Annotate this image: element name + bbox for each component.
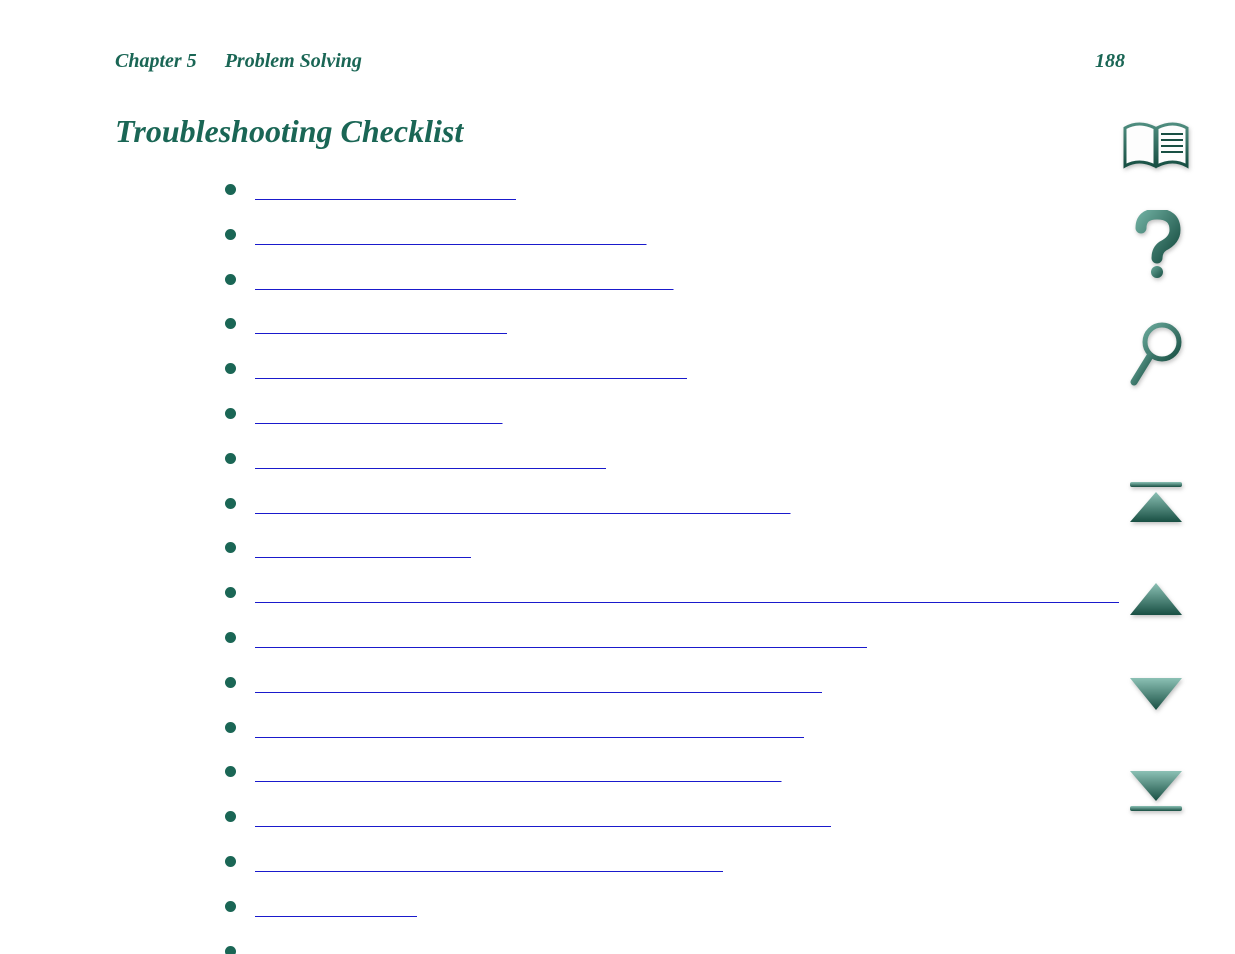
checklist-item [225,618,980,663]
book-icon [1121,120,1191,170]
checklist-item [225,528,980,573]
page-number: 188 [1095,50,1125,73]
last-page-icon [1126,769,1186,813]
checklist-link[interactable] [255,809,831,829]
checklist-link[interactable] [255,944,458,954]
checklist-link[interactable] [255,496,791,516]
document-page: 188 Chapter 5 Problem Solving Troublesho… [0,0,1090,954]
pdf-nav-sidebar [1121,120,1191,813]
checklist-link[interactable] [255,361,687,381]
magnifier-icon [1126,320,1186,390]
nav-help-button[interactable] [1129,210,1183,280]
next-page-icon [1126,674,1186,714]
checklist-item [225,887,980,932]
nav-last-button[interactable] [1126,769,1186,813]
chapter-label: Chapter 5 [115,50,197,73]
checklist-item [225,349,980,394]
question-icon [1129,210,1183,280]
page-title: Troubleshooting Checklist [115,113,980,150]
checklist-link[interactable] [255,764,782,784]
nav-next-button[interactable] [1126,674,1186,714]
checklist-item [225,932,980,954]
checklist-link[interactable] [255,182,516,202]
checklist-link[interactable] [255,227,647,247]
checklist-link[interactable] [255,854,723,874]
checklist-item [225,394,980,439]
checklist-link[interactable] [255,272,674,292]
checklist-item [225,484,980,529]
nav-first-button[interactable] [1126,480,1186,524]
checklist-item [225,797,980,842]
checklist-link[interactable] [255,899,417,919]
checklist-link[interactable] [255,630,867,650]
first-page-icon [1126,480,1186,524]
checklist-link[interactable] [255,316,507,336]
checklist-link[interactable] [255,675,822,695]
checklist-link[interactable] [255,406,503,426]
prev-page-icon [1126,579,1186,619]
checklist-item [225,260,980,305]
checklist-item [225,304,980,349]
checklist-item [225,752,980,797]
nav-prev-button[interactable] [1126,579,1186,619]
checklist-link[interactable] [255,585,1119,605]
nav-contents-button[interactable] [1121,120,1191,170]
checklist-item [225,439,980,484]
section-label: Problem Solving [225,50,362,73]
checklist-item [225,215,980,260]
running-head: Chapter 5 Problem Solving [115,50,980,73]
checklist-item [225,708,980,753]
checklist-link[interactable] [255,451,606,471]
checklist-item [225,573,980,618]
checklist-item [225,842,980,887]
checklist-link[interactable] [255,540,471,560]
checklist-item [225,170,980,215]
troubleshooting-checklist [115,170,980,954]
nav-search-button[interactable] [1126,320,1186,390]
checklist-item [225,663,980,708]
checklist-link[interactable] [255,720,804,740]
